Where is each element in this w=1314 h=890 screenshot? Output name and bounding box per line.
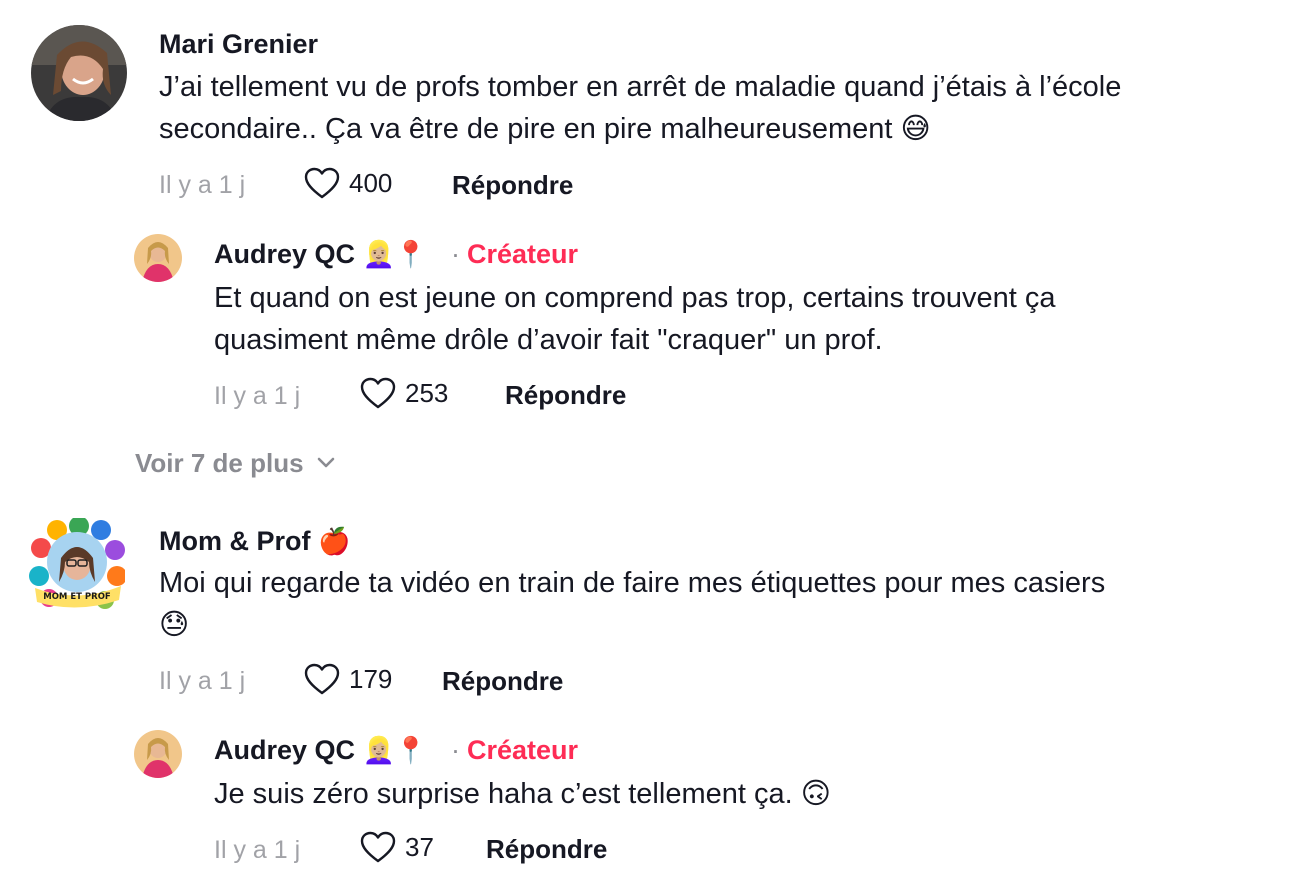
- creator-badge: Créateur: [467, 735, 579, 765]
- username-text[interactable]: Audrey QC: [214, 735, 355, 765]
- creator-badge: Créateur: [467, 239, 579, 269]
- like-count: 253: [405, 378, 449, 408]
- like-button[interactable]: 400: [303, 166, 392, 200]
- view-more-replies-button[interactable]: Voir 7 de plus: [135, 448, 336, 478]
- username-emoji: 👱🏼‍♀️📍: [362, 239, 428, 269]
- like-count: 37: [405, 832, 434, 862]
- reply-button[interactable]: Répondre: [452, 170, 573, 200]
- comment-text: Moi qui regarde ta vidéo en train de fai…: [159, 562, 1299, 646]
- reply-username[interactable]: Audrey QC 👱🏼‍♀️📍: [214, 237, 427, 271]
- chevron-down-icon: [317, 457, 334, 468]
- avatar-photo-audrey: [134, 234, 182, 282]
- reply-timestamp: Il y a 1 j: [214, 382, 301, 410]
- reply-button[interactable]: Répondre: [486, 834, 607, 864]
- like-count: 400: [349, 168, 393, 198]
- reply-button[interactable]: Répondre: [442, 666, 563, 696]
- avatar-photo-audrey: [134, 730, 182, 778]
- reply-timestamp: Il y a 1 j: [214, 836, 301, 864]
- avatar-logo-text: MOM ET PROF: [43, 592, 111, 602]
- heart-outline-icon: [304, 167, 340, 199]
- avatar[interactable]: MOM ET PROF: [29, 518, 125, 614]
- comment-text-line: 😓: [159, 609, 190, 641]
- comment-text-line: secondaire.. Ça va être de pire en pire …: [159, 113, 931, 145]
- separator-dot: ·: [451, 239, 460, 269]
- reply-button[interactable]: Répondre: [505, 380, 626, 410]
- comment-timestamp: Il y a 1 j: [159, 667, 246, 695]
- comment-username[interactable]: Mari Grenier: [159, 27, 318, 61]
- reply-text: Je suis zéro surprise haha c’est telleme…: [214, 773, 1294, 815]
- reply-text-line: Et quand on est jeune on comprend pas tr…: [214, 282, 1056, 314]
- like-button[interactable]: 179: [303, 662, 392, 696]
- comment-username[interactable]: Mom & Prof 🍎: [159, 524, 350, 558]
- reply-username[interactable]: Audrey QC 👱🏼‍♀️📍: [214, 733, 427, 767]
- heart-outline-icon: [304, 663, 340, 695]
- username-text[interactable]: Mom & Prof: [159, 526, 311, 556]
- reply-text-line: quasiment même drôle d’avoir fait "craqu…: [214, 324, 883, 356]
- separator-dot: ·: [451, 735, 460, 765]
- avatar[interactable]: [134, 234, 182, 282]
- heart-outline-icon: [360, 377, 396, 409]
- avatar-logo-mom-prof: MOM ET PROF: [29, 518, 125, 609]
- comments-list: Mari Grenier J’ai tellement vu de profs …: [0, 0, 1314, 890]
- comment-text: J’ai tellement vu de profs tomber en arr…: [159, 66, 1299, 150]
- like-button[interactable]: 253: [359, 376, 448, 410]
- avatar[interactable]: [134, 730, 182, 778]
- comment-timestamp: Il y a 1 j: [159, 171, 246, 199]
- username-text[interactable]: Audrey QC: [214, 239, 355, 269]
- reply-text: Et quand on est jeune on comprend pas tr…: [214, 277, 1294, 361]
- username-emoji: 👱🏼‍♀️📍: [362, 735, 428, 765]
- reply-text-line: Je suis zéro surprise haha c’est telleme…: [214, 778, 831, 810]
- like-count: 179: [349, 664, 393, 694]
- comment-text-line: J’ai tellement vu de profs tomber en arr…: [159, 71, 1122, 103]
- username-text[interactable]: Mari Grenier: [159, 29, 318, 59]
- username-emoji: 🍎: [318, 526, 351, 556]
- avatar-photo-mari: [31, 25, 127, 121]
- view-more-label[interactable]: Voir 7 de plus: [135, 448, 304, 478]
- like-button[interactable]: 37: [359, 830, 434, 864]
- avatar[interactable]: [31, 25, 127, 121]
- comment-text-line: Moi qui regarde ta vidéo en train de fai…: [159, 567, 1106, 599]
- heart-outline-icon: [360, 831, 396, 863]
